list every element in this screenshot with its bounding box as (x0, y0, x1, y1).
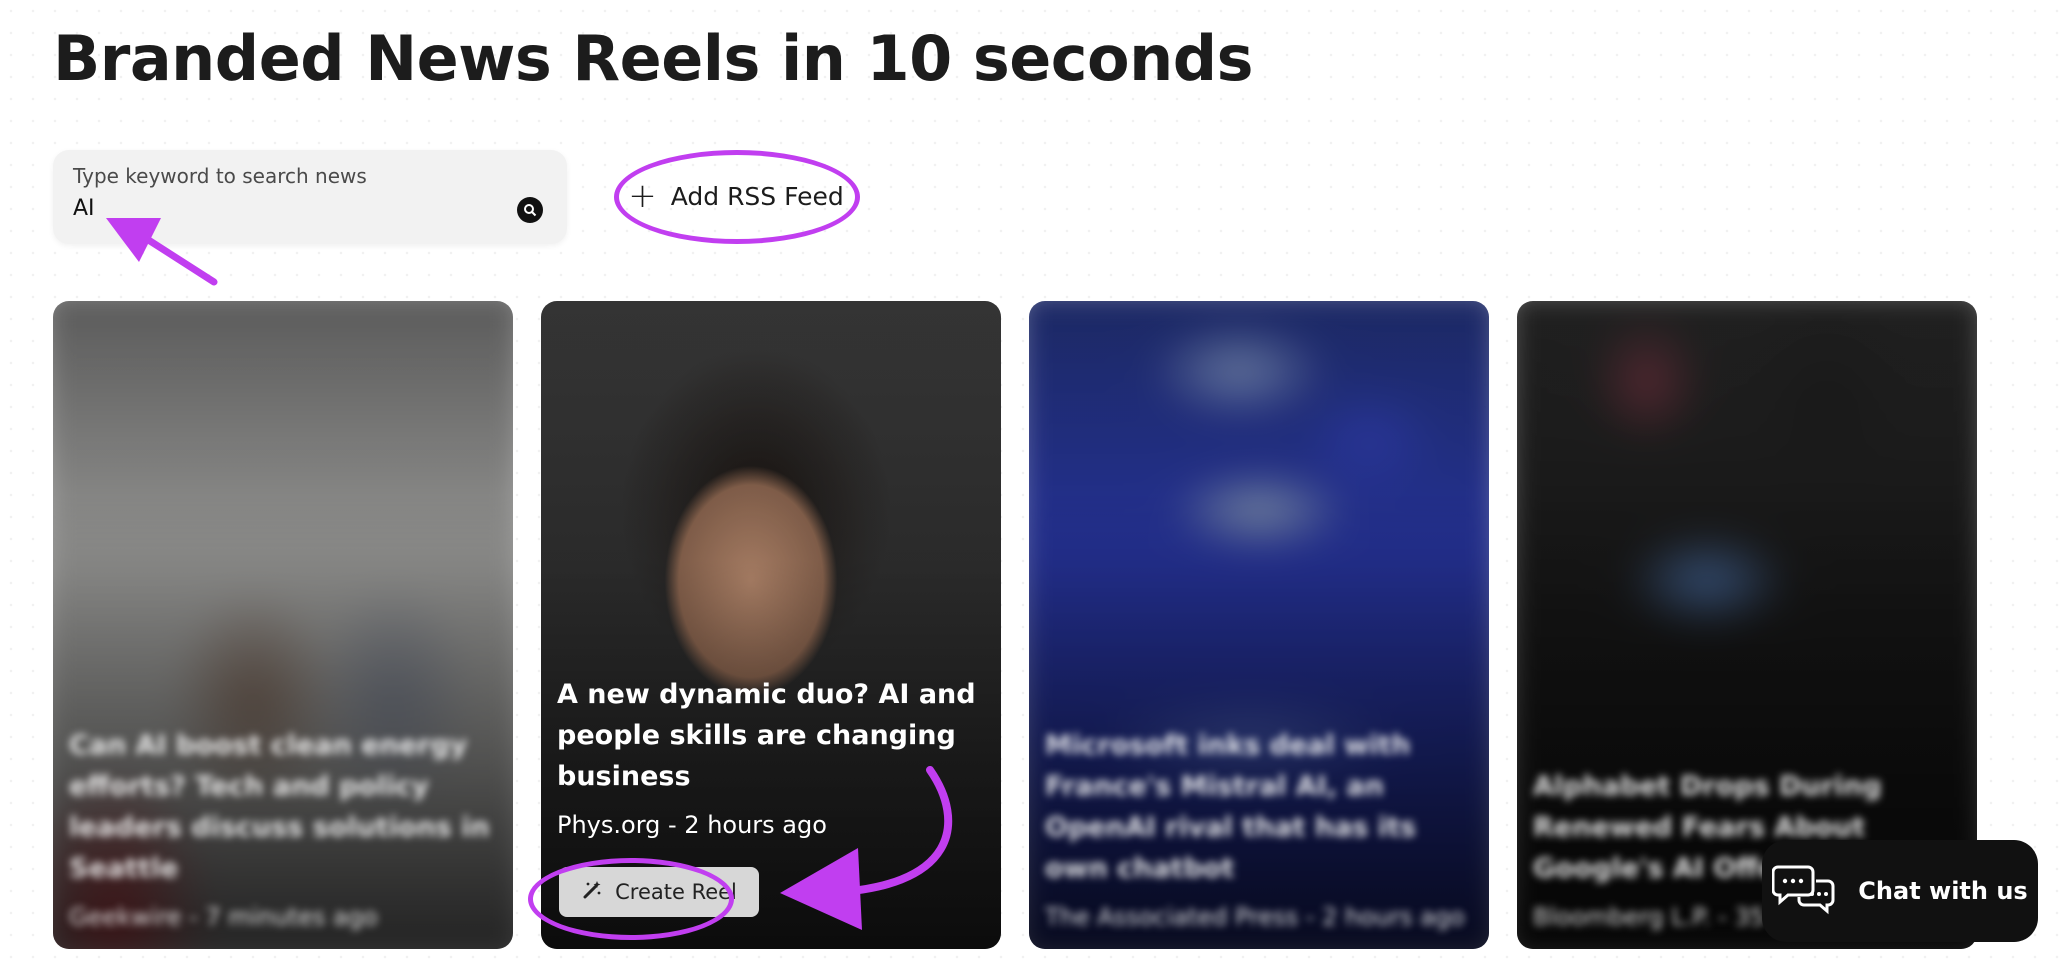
create-reel-button[interactable]: Create Reel (559, 867, 759, 917)
add-rss-feed-label: Add RSS Feed (670, 181, 844, 211)
add-rss-feed-button[interactable]: + Add RSS Feed (616, 158, 856, 234)
news-card[interactable]: A new dynamic duo? AI and people skills … (541, 301, 1001, 949)
plus-icon: + (628, 176, 657, 216)
search-input[interactable]: AI (73, 196, 95, 221)
news-card-meta: Phys.org - 2 hours ago (557, 811, 827, 839)
news-card-meta: Geekwire - 7 minutes ago (69, 903, 378, 931)
search-box[interactable]: Type keyword to search news AI (53, 150, 567, 244)
search-label: Type keyword to search news (73, 164, 367, 188)
magic-wand-icon (581, 879, 603, 906)
news-card-meta: The Associated Press - 2 hours ago (1045, 903, 1465, 931)
chat-with-us-label: Chat with us (1858, 877, 2028, 905)
news-card[interactable]: Microsoft inks deal with France's Mistra… (1029, 301, 1489, 949)
chat-with-us-button[interactable]: Chat with us (1762, 840, 2038, 942)
create-reel-label: Create Reel (615, 880, 737, 904)
chat-bubbles-icon (1771, 861, 1836, 921)
page-title: Branded News Reels in 10 seconds (53, 22, 1254, 95)
news-card[interactable]: Can AI boost clean energy efforts? Tech … (53, 301, 513, 949)
search-icon[interactable] (517, 197, 543, 223)
news-card-title: Microsoft inks deal with France's Mistra… (1045, 730, 1416, 884)
news-card-title: A new dynamic duo? AI and people skills … (557, 679, 976, 792)
news-card-title: Can AI boost clean energy efforts? Tech … (69, 730, 490, 884)
